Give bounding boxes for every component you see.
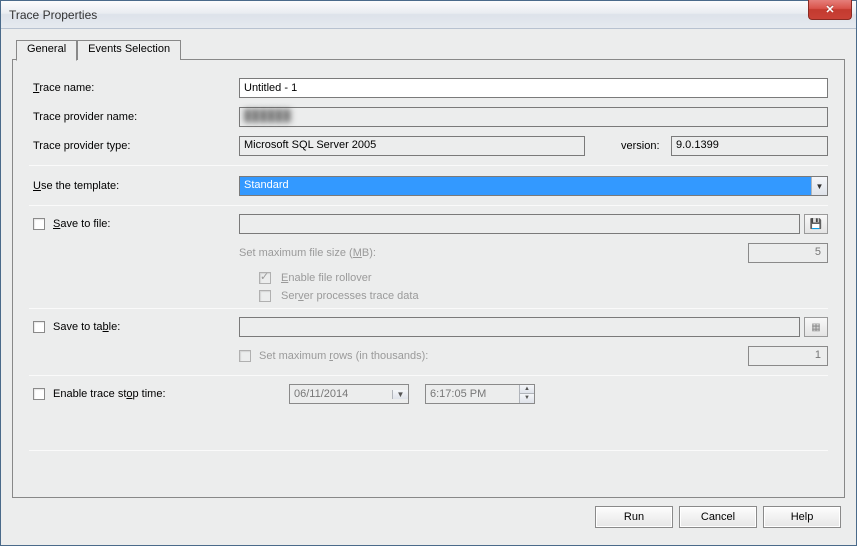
set-max-rows-checkbox (239, 350, 251, 362)
close-button[interactable]: ✕ (808, 0, 852, 20)
table-icon: ▦ (811, 322, 820, 333)
stop-time-picker: 6:17:05 PM ▲ ▼ (425, 384, 535, 404)
enable-rollover-checkbox (259, 272, 271, 284)
provider-name-field: ██████ (239, 107, 828, 127)
label-save-table: Save to table: (29, 321, 239, 333)
chevron-down-icon: ▼ (392, 390, 408, 399)
separator (29, 205, 828, 206)
trace-name-input[interactable] (239, 78, 828, 98)
browse-file-button[interactable]: 💾 (804, 214, 828, 234)
label-max-file-size: Set maximum file size (MB): (239, 247, 376, 259)
save-icon: 💾 (810, 219, 822, 230)
label-version: version: (585, 140, 671, 152)
separator (29, 450, 828, 451)
label-stop-time: Enable trace stop time: (29, 388, 239, 400)
window-title: Trace Properties (9, 8, 97, 22)
template-combo[interactable]: Standard ▼ (239, 176, 828, 196)
stop-date-picker: 06/11/2014 ▼ (289, 384, 409, 404)
help-button[interactable]: Help (763, 506, 841, 528)
chevron-down-icon: ▼ (811, 177, 827, 195)
client-area: General Events Selection Trace name: Tra… (1, 29, 856, 545)
dialog-buttons: Run Cancel Help (595, 506, 841, 528)
label-provider-name: Trace provider name: (29, 111, 239, 123)
label-save-file: Save to file: (29, 218, 239, 230)
save-table-path (239, 317, 800, 337)
tab-page-general: Trace name: Trace provider name: ██████ … (12, 59, 845, 498)
trace-properties-window: Trace Properties ✕ General Events Select… (0, 0, 857, 546)
tab-general[interactable]: General (16, 40, 77, 61)
cancel-button[interactable]: Cancel (679, 506, 757, 528)
close-icon: ✕ (825, 3, 834, 16)
enable-stop-time-checkbox[interactable] (33, 388, 45, 400)
separator (29, 375, 828, 376)
server-processes-checkbox (259, 290, 271, 302)
label-trace-name: Trace name: (29, 82, 239, 94)
spin-down-icon: ▼ (520, 394, 534, 403)
provider-type-field: Microsoft SQL Server 2005 (239, 136, 585, 156)
version-field: 9.0.1399 (671, 136, 828, 156)
browse-table-button[interactable]: ▦ (804, 317, 828, 337)
save-file-path (239, 214, 800, 234)
titlebar[interactable]: Trace Properties ✕ (1, 1, 856, 29)
separator (29, 308, 828, 309)
max-file-size-input: 5 (748, 243, 828, 263)
save-to-table-checkbox[interactable] (33, 321, 45, 333)
max-rows-input: 1 (748, 346, 828, 366)
label-provider-type: Trace provider type: (29, 140, 239, 152)
separator (29, 165, 828, 166)
label-server-processes: Server processes trace data (281, 290, 419, 302)
label-enable-rollover: Enable file rollover (281, 272, 372, 284)
spin-up-icon: ▲ (520, 385, 534, 394)
label-max-rows: Set maximum rows (in thousands): (259, 350, 428, 362)
label-use-template: Use the template: (29, 180, 239, 192)
tab-events-selection[interactable]: Events Selection (77, 40, 181, 60)
run-button[interactable]: Run (595, 506, 673, 528)
save-to-file-checkbox[interactable] (33, 218, 45, 230)
inner-panel: General Events Selection Trace name: Tra… (12, 40, 845, 534)
tab-strip: General Events Selection (16, 40, 845, 60)
template-selected: Standard (240, 177, 811, 195)
